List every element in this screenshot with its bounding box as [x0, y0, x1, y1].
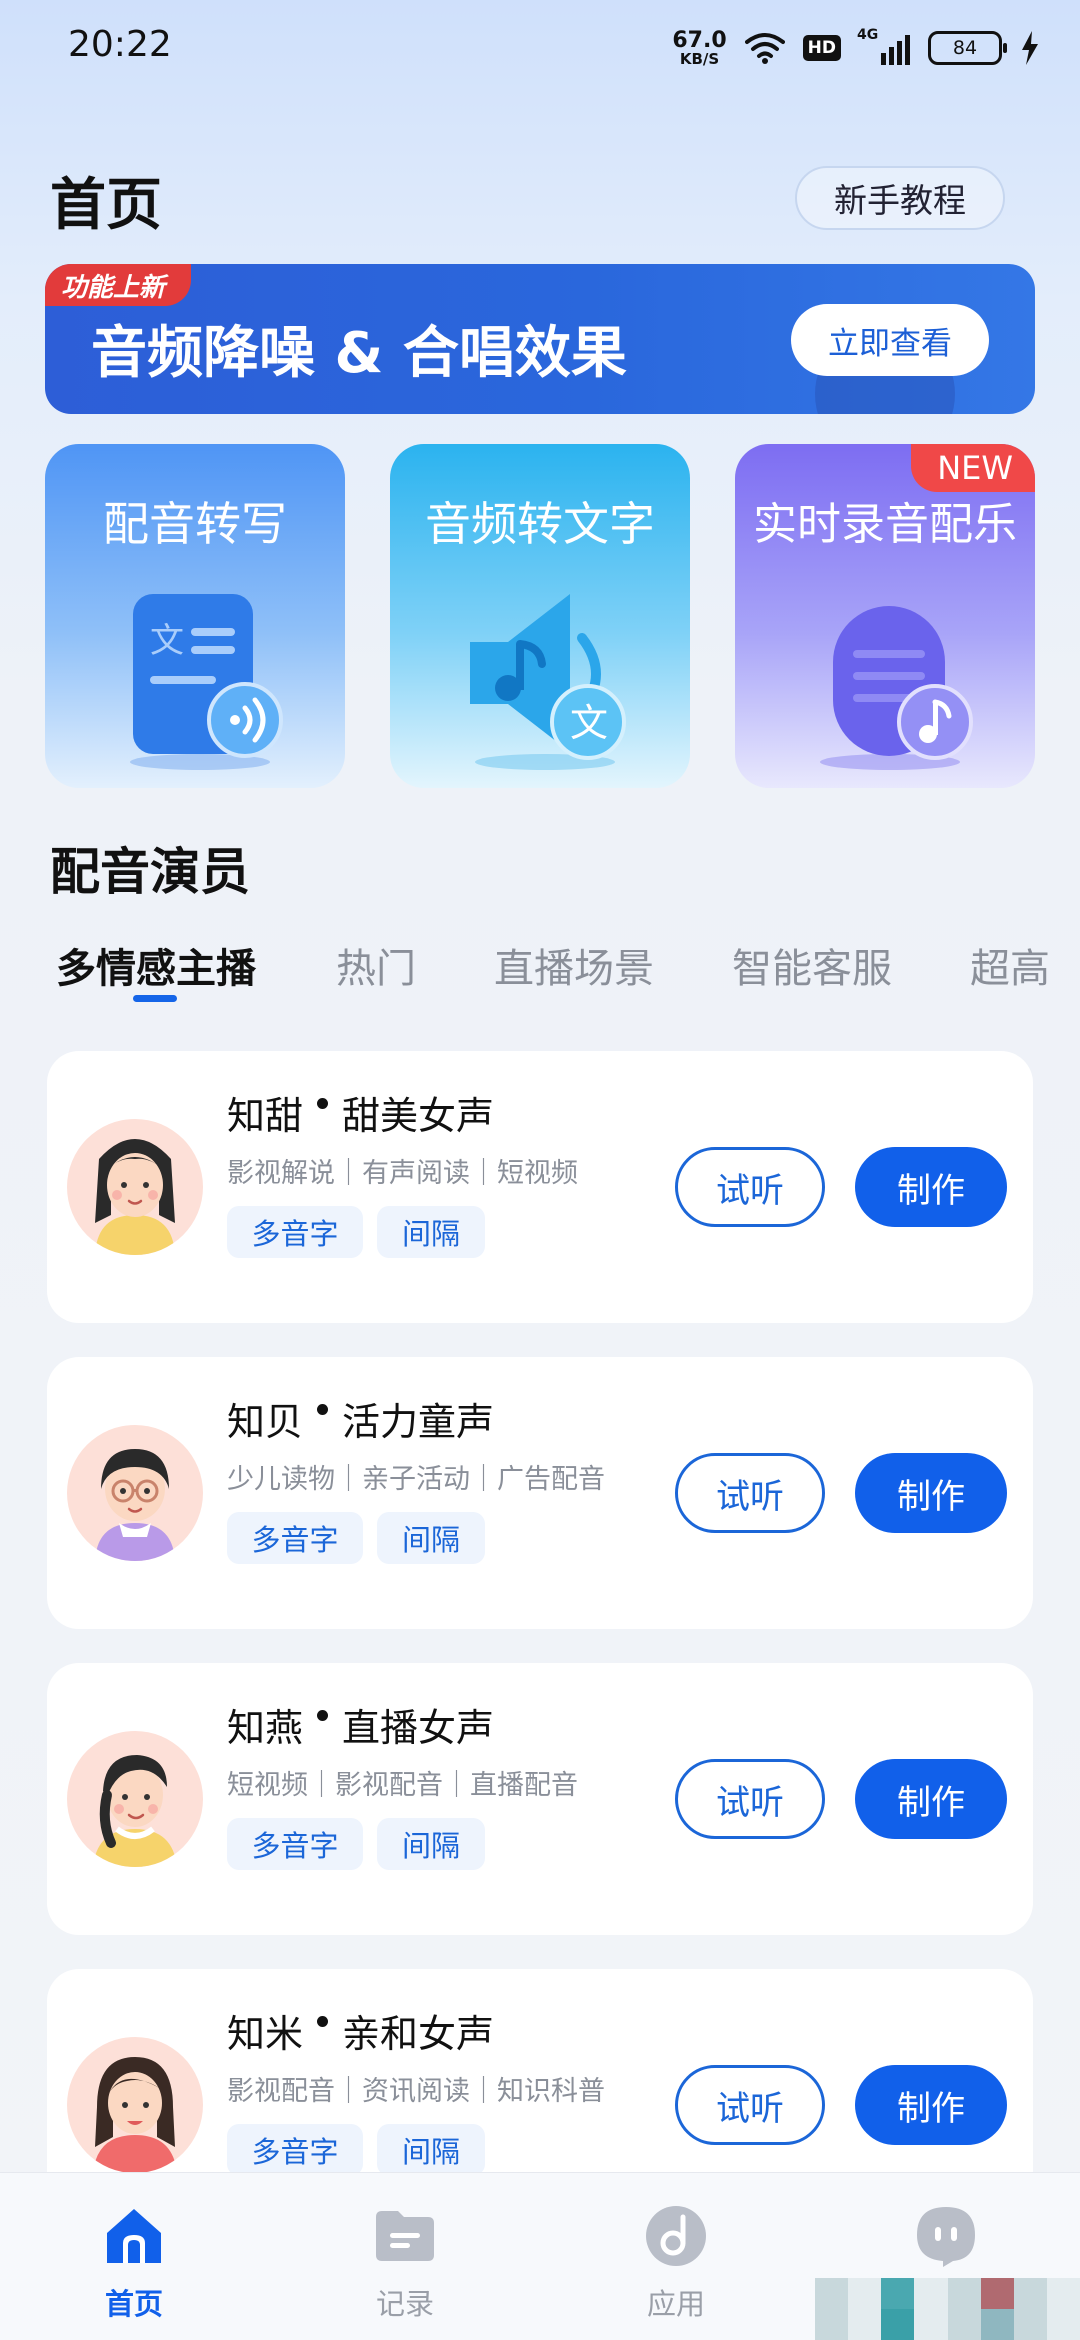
tab-smart-service[interactable]: 智能客服	[732, 936, 892, 994]
nav-label: 首页	[104, 2287, 163, 2321]
avatar	[67, 1731, 203, 1867]
battery-indicator: 84	[928, 31, 1007, 65]
blurred-watermark	[815, 2278, 1080, 2340]
voice-tags: 少儿读物｜亲子活动｜广告配音	[227, 1464, 605, 1495]
feature-card-live-recording[interactable]: NEW 实时录音配乐	[735, 444, 1035, 788]
separator-dot	[317, 1098, 329, 1109]
voice-tags: 短视频｜影视配音｜直播配音	[227, 1770, 578, 1801]
voice-name-first: 知米	[227, 2012, 304, 2056]
folder-icon	[376, 2211, 434, 2261]
tab-indicator	[133, 995, 177, 1002]
banner-title: 音频降噪 & 合唱效果	[91, 321, 627, 386]
hd-badge: HD	[802, 35, 841, 61]
chip-interval: 间隔	[377, 1206, 485, 1258]
voice-name-first: 知甜	[227, 1094, 304, 1138]
network-type-label: 4G	[857, 27, 879, 43]
promo-banner[interactable]: 功能上新 音频降噪 & 合唱效果 立即查看	[45, 264, 1035, 414]
braid-girl-avatar-icon	[93, 1755, 177, 1867]
voice-name: 知甜 甜美女声	[227, 1085, 494, 1140]
separator-dot	[317, 2016, 329, 2027]
feature-card-audio-to-text[interactable]: 音频转文字 文	[390, 444, 690, 788]
section-title: 配音演员	[50, 842, 250, 901]
listen-button[interactable]: 试听	[675, 1759, 825, 1839]
music-disc-icon	[646, 2206, 706, 2266]
view-now-button[interactable]: 立即查看	[791, 304, 989, 376]
document-audio-icon: 文	[130, 594, 283, 770]
avatar	[67, 2037, 203, 2173]
status-time: 20:22	[68, 24, 172, 65]
network-speed-value: 67.0	[672, 27, 727, 53]
page-title: 首页	[50, 172, 162, 238]
chip-interval: 间隔	[377, 1818, 485, 1870]
voice-name: 知贝 活力童声	[227, 1391, 494, 1446]
nav-item-records[interactable]: 记录	[325, 2203, 485, 2323]
voice-name: 知米 亲和女声	[227, 2003, 494, 2058]
voice-tags: 影视解说｜有声阅读｜短视频	[227, 1158, 578, 1189]
svg-text:文: 文	[150, 621, 184, 661]
voice-tags: 影视配音｜资讯阅读｜知识科普	[227, 2076, 605, 2107]
chip-polyphone: 多音字	[227, 2124, 363, 2176]
nav-label: 记录	[375, 2287, 434, 2321]
status-icons: 67.0 KB/S HD 4G 84	[672, 22, 1040, 74]
category-tabs: 多情感主播 热门 直播场景 智能客服 超高	[56, 936, 1080, 1016]
nav-label: 应用	[646, 2287, 705, 2321]
voice-name-first: 知燕	[227, 1706, 304, 1750]
voice-name: 知燕 直播女声	[227, 1697, 494, 1752]
voice-name-second: 甜美女声	[342, 1094, 495, 1138]
listen-button[interactable]: 试听	[675, 1147, 825, 1227]
tab-live-scene[interactable]: 直播场景	[494, 936, 654, 994]
listen-button[interactable]: 试听	[675, 2065, 825, 2145]
voice-card[interactable]: 知贝 活力童声 少儿读物｜亲子活动｜广告配音 多音字 间隔 试听 制作	[47, 1357, 1033, 1629]
girl-avatar-icon	[95, 1139, 175, 1255]
feature-card-label: 配音转写	[103, 497, 287, 551]
banner-tag: 功能上新	[45, 264, 192, 306]
make-button[interactable]: 制作	[855, 1453, 1007, 1533]
wifi-icon	[744, 33, 785, 64]
chip-polyphone: 多音字	[227, 1818, 363, 1870]
status-bar: 20:22 67.0 KB/S HD 4G 84	[0, 0, 1080, 96]
tab-super[interactable]: 超高	[970, 936, 1050, 994]
make-button[interactable]: 制作	[855, 2065, 1007, 2145]
avatar	[67, 1425, 203, 1561]
voice-name-second: 活力童声	[342, 1400, 495, 1444]
make-button[interactable]: 制作	[855, 1759, 1007, 1839]
battery-level: 84	[952, 37, 978, 59]
separator-dot	[317, 1404, 329, 1415]
chip-polyphone: 多音字	[227, 1206, 363, 1258]
charging-icon	[1022, 31, 1038, 65]
voice-name-second: 亲和女声	[342, 2012, 495, 2056]
home-icon	[107, 2209, 161, 2263]
nav-item-apps[interactable]: 应用	[596, 2203, 756, 2323]
network-speed: 67.0 KB/S	[672, 27, 727, 68]
tab-multi-emotion[interactable]: 多情感主播	[56, 936, 256, 994]
nav-item-home[interactable]: 首页	[54, 2203, 214, 2323]
tutorial-button[interactable]: 新手教程	[795, 166, 1005, 230]
new-badge: NEW	[911, 444, 1035, 492]
voice-card[interactable]: 知甜 甜美女声 影视解说｜有声阅读｜短视频 多音字 间隔 试听 制作	[47, 1051, 1033, 1323]
child-avatar-icon	[95, 1449, 175, 1561]
avatar	[67, 1119, 203, 1255]
feature-card-label: 实时录音配乐	[753, 499, 1017, 550]
chat-bot-icon	[917, 2207, 975, 2267]
listen-button[interactable]: 试听	[675, 1453, 825, 1533]
feature-card-dubbing-transcribe[interactable]: 配音转写 文	[45, 444, 345, 788]
woman-avatar-icon	[93, 2057, 177, 2173]
speaker-text-icon: 文	[470, 594, 626, 770]
svg-text:文: 文	[570, 701, 608, 745]
voice-card[interactable]: 知燕 直播女声 短视频｜影视配音｜直播配音 多音字 间隔 试听 制作	[47, 1663, 1033, 1935]
make-button[interactable]: 制作	[855, 1147, 1007, 1227]
chip-interval: 间隔	[377, 2124, 485, 2176]
voice-name-second: 直播女声	[342, 1706, 495, 1750]
nav-item-assistant[interactable]	[866, 2203, 1026, 2281]
cellular-signal-icon: 4G	[857, 27, 910, 65]
network-speed-unit: KB/S	[679, 49, 720, 68]
feature-card-label: 音频转文字	[425, 497, 655, 551]
chip-interval: 间隔	[377, 1512, 485, 1564]
voice-name-first: 知贝	[227, 1400, 304, 1444]
chip-polyphone: 多音字	[227, 1512, 363, 1564]
tab-hot[interactable]: 热门	[336, 936, 416, 994]
separator-dot	[317, 1710, 329, 1721]
microphone-music-icon	[820, 606, 973, 770]
